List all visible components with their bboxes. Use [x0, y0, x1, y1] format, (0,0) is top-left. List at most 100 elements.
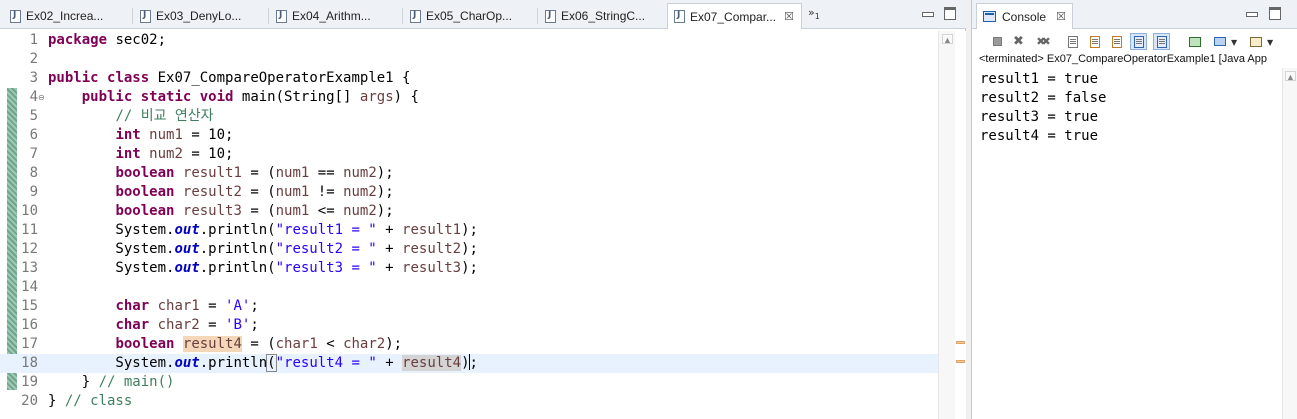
word-wrap-button[interactable]: [1108, 33, 1125, 50]
code-line[interactable]: 3 public class Ex07_CompareOperatorExampl…: [0, 69, 938, 88]
code-token: = 10;: [182, 146, 234, 162]
code-token: "result4 = ": [275, 355, 377, 371]
code-line[interactable]: 15 char char1 = 'A';: [0, 297, 938, 316]
open-console-button[interactable]: [1247, 33, 1264, 50]
tab-overflow-button[interactable]: »1: [808, 6, 820, 21]
tab-ex04[interactable]: Ex04_Arithm...: [270, 4, 400, 28]
code-editor[interactable]: 1 package sec02; 2 3 public class Ex07_Compa…: [0, 31, 938, 419]
scroll-up-icon[interactable]: ▲: [1285, 71, 1296, 82]
line-number: 5: [29, 108, 38, 124]
code-text: int num1 = 10;: [48, 126, 233, 145]
code-line[interactable]: 4 ⊖ public static void main(String[] args…: [0, 88, 938, 107]
code-line[interactable]: 18 System.out.println("result4 = " + res…: [0, 354, 938, 373]
tab-ex07[interactable]: Ex07_Compar... ☒: [667, 3, 802, 29]
tab-console[interactable]: Console ☒: [976, 3, 1073, 29]
code-token: );: [376, 165, 394, 181]
console-output[interactable]: result1 = true result2 = false result3 = t…: [972, 68, 1282, 419]
code-line[interactable]: 16 char char2 = 'B';: [0, 316, 938, 335]
code-token: <=: [309, 203, 344, 219]
java-file-icon: [674, 10, 685, 23]
code-line[interactable]: 6 int num1 = 10;: [0, 126, 938, 145]
code-line[interactable]: 5 // 비교 연산자: [0, 107, 938, 126]
code-token: result4: [182, 336, 242, 352]
minimize-icon[interactable]: [1244, 6, 1258, 20]
close-tab-icon[interactable]: ☒: [784, 10, 794, 23]
code-token: "result1 = ": [275, 222, 377, 238]
code-token: int: [115, 127, 141, 143]
code-line[interactable]: 11 System.out.println("result1 = " + res…: [0, 221, 938, 240]
code-token: = (: [241, 184, 276, 200]
tab-ex03[interactable]: Ex03_DenyLo...: [134, 4, 264, 28]
fold-collapse-icon[interactable]: ⊖: [38, 88, 45, 107]
code-line[interactable]: 8 boolean result1 = (num1 == num2);: [0, 164, 938, 183]
code-token: "result3 = ": [275, 260, 377, 276]
code-line[interactable]: 10 boolean result3 = (num1 <= num2);: [0, 202, 938, 221]
code-token: (: [266, 354, 277, 372]
code-text: boolean result4 = (char1 < char2);: [48, 335, 402, 354]
code-line[interactable]: 7 int num2 = 10;: [0, 145, 938, 164]
scroll-lock-button[interactable]: [1086, 33, 1103, 50]
code-token: .println(: [199, 222, 276, 238]
code-token: num2: [343, 184, 377, 200]
code-text: System.out.println("result2 = " + result…: [48, 240, 478, 259]
scroll-up-icon[interactable]: ▲: [942, 34, 953, 45]
code-token: .println(: [199, 241, 276, 257]
code-line[interactable]: 1 package sec02;: [0, 31, 938, 50]
console-scrollbar[interactable]: ▲: [1282, 68, 1297, 419]
editor-scrollbar[interactable]: ▲: [938, 31, 955, 419]
tab-ex02[interactable]: Ex02_Increa...: [4, 4, 130, 28]
code-token: args: [359, 89, 394, 105]
chevron-down-icon[interactable]: ▼: [1267, 38, 1273, 47]
code-line[interactable]: 14: [0, 278, 938, 297]
code-token: = 10;: [182, 127, 234, 143]
show-on-stdout-button[interactable]: [1130, 33, 1147, 50]
clear-console-button[interactable]: [1064, 33, 1081, 50]
code-line[interactable]: 20} // class: [0, 392, 938, 411]
code-token: static: [140, 89, 192, 105]
java-file-icon: [545, 9, 556, 23]
terminate-button[interactable]: [989, 33, 1006, 50]
code-token: boolean: [115, 165, 175, 181]
code-token: );: [461, 260, 478, 276]
code-token: 'B': [225, 317, 251, 333]
code-text: System.out.println("result4 = " + result…: [48, 354, 478, 373]
code-token: result2: [402, 241, 462, 257]
code-token: );: [376, 184, 394, 200]
code-line[interactable]: 17 boolean result4 = (char1 < char2);: [0, 335, 938, 354]
code-line[interactable]: 9 boolean result2 = (num1 != num2);: [0, 183, 938, 202]
code-line[interactable]: 19 } // main(): [0, 373, 938, 392]
pin-console-button[interactable]: [1186, 33, 1203, 50]
minimize-icon[interactable]: [920, 6, 934, 20]
tab-ex05[interactable]: Ex05_CharOp...: [404, 4, 534, 28]
code-token: result3: [182, 203, 242, 219]
code-line[interactable]: 13 System.out.println("result3 = " + res…: [0, 259, 938, 278]
remove-all-button[interactable]: ✖✖: [1033, 33, 1051, 50]
console-tab-label: Console: [1002, 9, 1047, 24]
chevron-down-icon[interactable]: ▼: [1231, 38, 1237, 47]
code-line[interactable]: 12 System.out.println("result2 = " + res…: [0, 240, 938, 259]
show-on-stderr-button[interactable]: [1153, 33, 1170, 50]
occurrence-marker[interactable]: [956, 341, 965, 344]
maximize-icon[interactable]: [1268, 6, 1282, 20]
display-console-button[interactable]: [1211, 33, 1228, 50]
code-token: char2: [157, 317, 200, 333]
code-text: public static void main(String[] args) {: [48, 88, 419, 107]
close-tab-icon[interactable]: ☒: [1056, 10, 1066, 23]
occurrence-marker[interactable]: [956, 360, 965, 363]
remove-launch-button[interactable]: ✖: [1010, 33, 1027, 50]
code-text: boolean result2 = (num1 != num2);: [48, 183, 394, 202]
java-file-icon: [140, 9, 151, 23]
maximize-icon[interactable]: [943, 6, 957, 20]
code-token: );: [376, 203, 394, 219]
code-token: = (: [241, 165, 276, 181]
tab-ex06[interactable]: Ex06_StringC...: [539, 4, 665, 28]
code-line[interactable]: 2: [0, 50, 938, 69]
remove-all-icon: ✖✖: [1036, 35, 1051, 48]
